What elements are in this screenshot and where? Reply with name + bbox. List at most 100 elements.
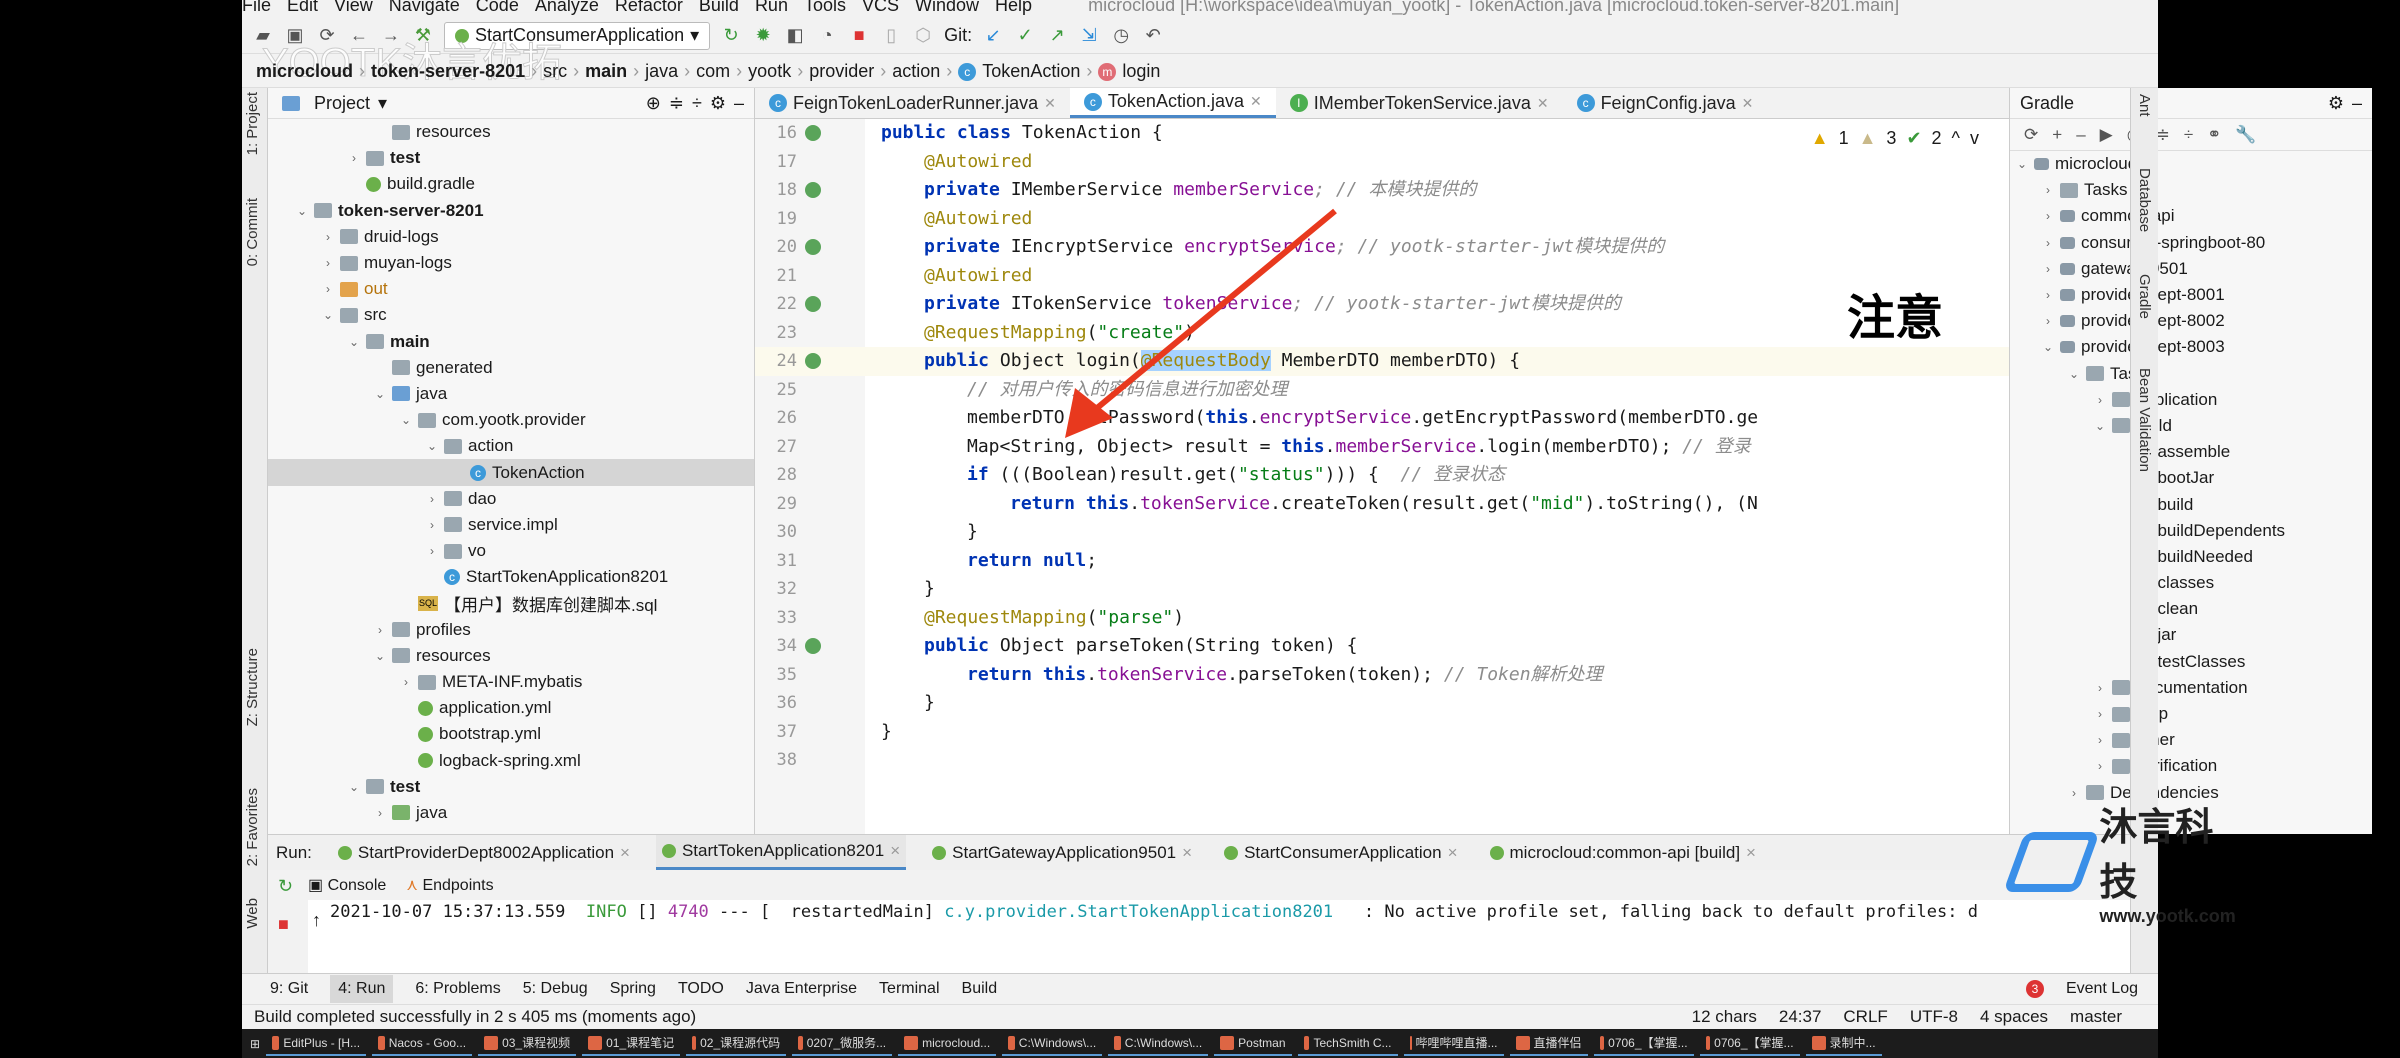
tree-item[interactable]: ⌄ src [268,302,754,328]
remove-icon[interactable]: – [2076,125,2085,145]
chevron-icon[interactable]: › [424,492,440,506]
tree-item[interactable]: ⚙build [2010,491,2372,517]
tree-item[interactable]: › test [268,145,754,171]
breadcrumb-item[interactable]: provider [809,61,874,82]
taskbar-item[interactable]: 哔哩哔哩直播... [1403,1032,1504,1056]
scroll-up-icon[interactable]: ↑ [312,910,321,931]
taskbar-item[interactable]: microcloud... [898,1032,997,1056]
tree-item[interactable]: ⚙bootJar [2010,465,2372,491]
menu-run[interactable]: Run [755,0,788,15]
chevron-icon[interactable]: ⌄ [2040,340,2056,354]
tool-strip-2-favorites[interactable]: 2: Favorites [244,788,261,866]
taskbar-item[interactable]: Nacos - Goo... [372,1032,473,1056]
collapse-all-icon[interactable]: ÷ [2184,125,2193,145]
tool-window-9-git[interactable]: 9: Git [270,980,308,998]
run-tab[interactable]: StartGatewayApplication9501 × [926,835,1198,870]
chevron-icon[interactable]: › [2040,209,2056,223]
reload-icon[interactable]: ⟳ [2024,125,2038,145]
taskbar-item[interactable]: EditPlus - [H... [266,1032,367,1056]
chevron-icon[interactable]: › [2040,183,2056,197]
run-tab[interactable]: StartTokenApplication8201 × [655,835,907,870]
tool-strip-gradle[interactable]: Gradle [2136,274,2153,319]
tree-item[interactable]: ⌄ com.yootk.provider [268,407,754,433]
chevron-icon[interactable]: ⌄ [424,439,440,453]
tree-item[interactable]: c StartTokenApplication8201 [268,564,754,590]
chevron-icon[interactable]: › [320,230,336,244]
tool-window-build[interactable]: Build [962,980,998,998]
taskbar-item[interactable]: 03_课程视频 [478,1032,577,1056]
tree-item[interactable]: ⌄ action [268,433,754,459]
event-log-button[interactable]: Event Log [2066,980,2138,998]
stop-icon[interactable]: ■ [848,25,870,47]
tool-window-todo[interactable]: TODO [678,980,724,998]
collapse-icon[interactable]: ≑ [669,93,684,114]
taskbar-item[interactable]: 0207_微服务... [792,1032,893,1056]
file-encoding[interactable]: UTF-8 [1910,1007,1958,1026]
tree-item[interactable]: ⌄build [2010,413,2372,439]
gear-icon[interactable]: ⚙ [710,93,726,114]
windows-start-icon[interactable]: ⊞ [250,1037,260,1051]
device-icon[interactable]: ▯ [880,25,902,47]
breadcrumb-item[interactable]: microcloud [256,61,353,82]
tree-item[interactable]: ⌄ main [268,329,754,355]
tree-item[interactable]: ⌄provider-dept-8003 [2010,334,2372,360]
breadcrumb-item[interactable]: com [696,61,730,82]
git-branch[interactable]: master [2070,1007,2122,1026]
tree-item[interactable]: ›gateway-9501 [2010,256,2372,282]
tree-item[interactable]: › vo [268,538,754,564]
close-icon[interactable]: × [620,843,630,863]
tool-strip-0-commit[interactable]: 0: Commit [244,198,261,266]
link-icon[interactable]: ⚭ [2207,125,2221,145]
menu-window[interactable]: Window [915,0,979,15]
menu-navigate[interactable]: Navigate [389,0,460,15]
chevron-icon[interactable]: › [320,256,336,270]
tree-item[interactable]: › application [2010,387,2372,413]
tree-item[interactable]: logback-spring.xml [268,748,754,774]
tree-item[interactable]: › profiles [268,617,754,643]
chevron-icon[interactable]: › [346,151,362,165]
chevron-icon[interactable]: › [2040,236,2056,250]
breadcrumb-item[interactable]: TokenAction [982,61,1080,82]
chevron-icon[interactable]: › [372,623,388,637]
tree-item[interactable]: c TokenAction [268,459,754,486]
git-history-icon[interactable]: ◷ [1110,25,1132,47]
chevron-icon[interactable]: › [2092,393,2108,407]
tool-strip-web[interactable]: Web [244,898,261,929]
breadcrumb-item[interactable]: login [1122,61,1160,82]
tree-item[interactable]: › muyan-logs [268,250,754,276]
taskbar-item[interactable]: 直播伴侣 [1509,1032,1588,1056]
tree-item[interactable]: › common-api [2010,203,2372,229]
indent-setting[interactable]: 4 spaces [1980,1007,2048,1026]
locate-icon[interactable]: ⊕ [646,93,661,114]
tree-item[interactable]: ›provider-dept-8001 [2010,282,2372,308]
gear-icon[interactable]: ⚙ [2328,93,2344,114]
chevron-icon[interactable]: › [2040,314,2056,328]
tool-strip-z-structure[interactable]: Z: Structure [244,648,261,726]
tree-item[interactable]: resources [268,119,754,145]
taskbar-item[interactable]: C:\Windows\... [1002,1032,1103,1056]
coverage-icon[interactable]: ◧ [784,25,806,47]
tree-item[interactable]: ⚙testClasses [2010,649,2372,675]
git-rollback-icon[interactable]: ↶ [1142,25,1164,47]
chevron-icon[interactable]: › [2092,759,2108,773]
hide-icon[interactable]: – [734,93,744,114]
chevron-icon[interactable]: ⌄ [2092,419,2108,433]
chevron-icon[interactable]: ⌄ [398,413,414,427]
breadcrumb-item[interactable]: token-server-8201 [371,61,525,82]
tree-item[interactable]: bootstrap.yml [268,721,754,747]
taskbar-item[interactable]: 01_课程笔记 [582,1032,681,1056]
build-hammer-icon[interactable]: ⚒ [412,25,434,47]
profile-icon[interactable]: ◔ [816,25,838,47]
tree-item[interactable]: › java [268,800,754,826]
chevron-icon[interactable]: ⌄ [2066,367,2082,381]
close-icon[interactable]: × [1746,843,1756,863]
chevron-icon[interactable]: ⌄ [294,204,310,218]
chevron-icon[interactable]: › [424,544,440,558]
tree-item[interactable]: application.yml [268,695,754,721]
wrench-icon[interactable]: 🔧 [2235,125,2256,145]
tool-strip-ant[interactable]: Ant [2136,94,2153,117]
close-icon[interactable]: × [890,841,900,861]
tree-item[interactable]: ⚙buildDependents [2010,518,2372,544]
breadcrumb-item[interactable]: main [585,61,627,82]
deploy-icon[interactable]: ⬡ [912,25,934,47]
